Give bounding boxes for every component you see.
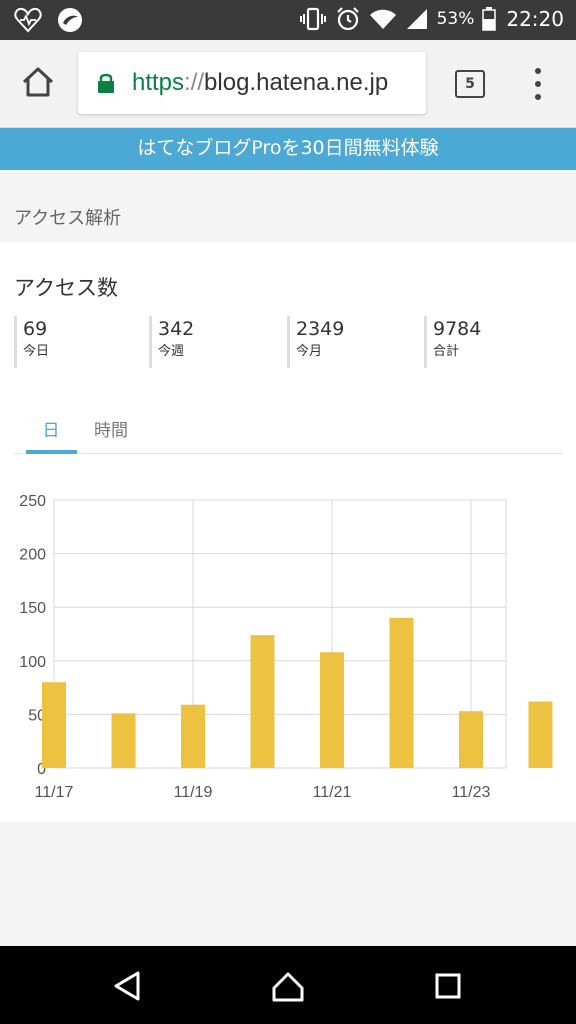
y-tick-label: 250 (19, 493, 46, 510)
back-icon[interactable] (112, 970, 144, 1002)
bar (111, 713, 136, 768)
home-icon[interactable] (20, 64, 56, 100)
access-bar-chart: 05010015020025011/1711/1911/2111/2311/25… (19, 493, 553, 801)
stat-value: 69 (23, 318, 48, 340)
tab-day[interactable]: 日 (26, 416, 76, 441)
section-title: アクセス解析 (14, 208, 122, 229)
stat-value: 342 (158, 318, 195, 340)
tab-switcher-button[interactable]: 5 (455, 70, 485, 98)
stat-label: 今日 (23, 344, 50, 359)
access-card: アクセス数 69 今日 342 今週 2349 今月 9784 合計 日 時間 … (0, 242, 576, 822)
promo-banner[interactable]: はてなブログProを30日間無料体験 (0, 128, 576, 170)
app-icon (58, 8, 82, 32)
y-tick-label: 200 (19, 547, 46, 564)
alarm-icon (336, 7, 359, 31)
wifi-icon (369, 9, 396, 29)
stat-value: 9784 (433, 318, 482, 340)
signal-icon (406, 9, 427, 29)
access-stats: 69 今日 342 今週 2349 今月 9784 合計 (14, 316, 564, 368)
tab-hour[interactable]: 時間 (94, 416, 128, 441)
x-tick-label: 11/23 (452, 784, 491, 801)
url-separator: :// (184, 69, 205, 96)
bar (320, 652, 344, 768)
stat-label: 今月 (296, 344, 323, 359)
battery-percent: 53% (436, 9, 475, 29)
stat-total: 9784 合計 (424, 316, 481, 368)
system-nav-bar (0, 946, 576, 1024)
vibrate-icon (299, 7, 326, 31)
stat-label: 合計 (433, 344, 460, 359)
lock-icon (98, 73, 114, 93)
url-bar[interactable]: https://blog.hatena.ne.jp (78, 52, 426, 114)
bar (42, 682, 66, 768)
stat-value: 2349 (296, 318, 345, 340)
recents-icon[interactable] (434, 972, 462, 1000)
x-tick-label: 11/21 (313, 784, 352, 801)
bar (459, 711, 483, 768)
section-header: アクセス解析 (0, 170, 576, 242)
bar (250, 635, 275, 768)
stat-week: 342 今週 (149, 316, 194, 368)
home-nav-icon[interactable] (270, 968, 306, 1004)
clock: 22:20 (506, 7, 564, 31)
stat-label: 今週 (158, 344, 185, 359)
url-text: https://blog.hatena.ne.jp (132, 69, 388, 97)
bar (181, 704, 205, 768)
bar (389, 617, 414, 768)
bar (528, 701, 553, 768)
battery-icon (482, 7, 497, 31)
url-host: blog.hatena.ne.jp (204, 69, 389, 96)
access-title: アクセス数 (14, 276, 118, 300)
browser-toolbar: https://blog.hatena.ne.jp 5 (0, 40, 576, 128)
active-tab-indicator (26, 450, 77, 454)
y-tick-label: 150 (19, 600, 46, 617)
url-scheme: https (132, 69, 185, 96)
y-tick-label: 100 (19, 654, 46, 671)
x-tick-label: 11/19 (174, 784, 213, 801)
x-tick-label: 11/17 (35, 784, 74, 801)
heart-pulse-icon (14, 7, 42, 33)
status-bar: 53% 22:20 (0, 0, 576, 40)
stat-today: 69 今日 (14, 316, 49, 368)
overflow-menu-icon[interactable] (530, 68, 546, 100)
stat-month: 2349 今月 (287, 316, 344, 368)
period-tabs: 日 時間 (14, 410, 564, 454)
